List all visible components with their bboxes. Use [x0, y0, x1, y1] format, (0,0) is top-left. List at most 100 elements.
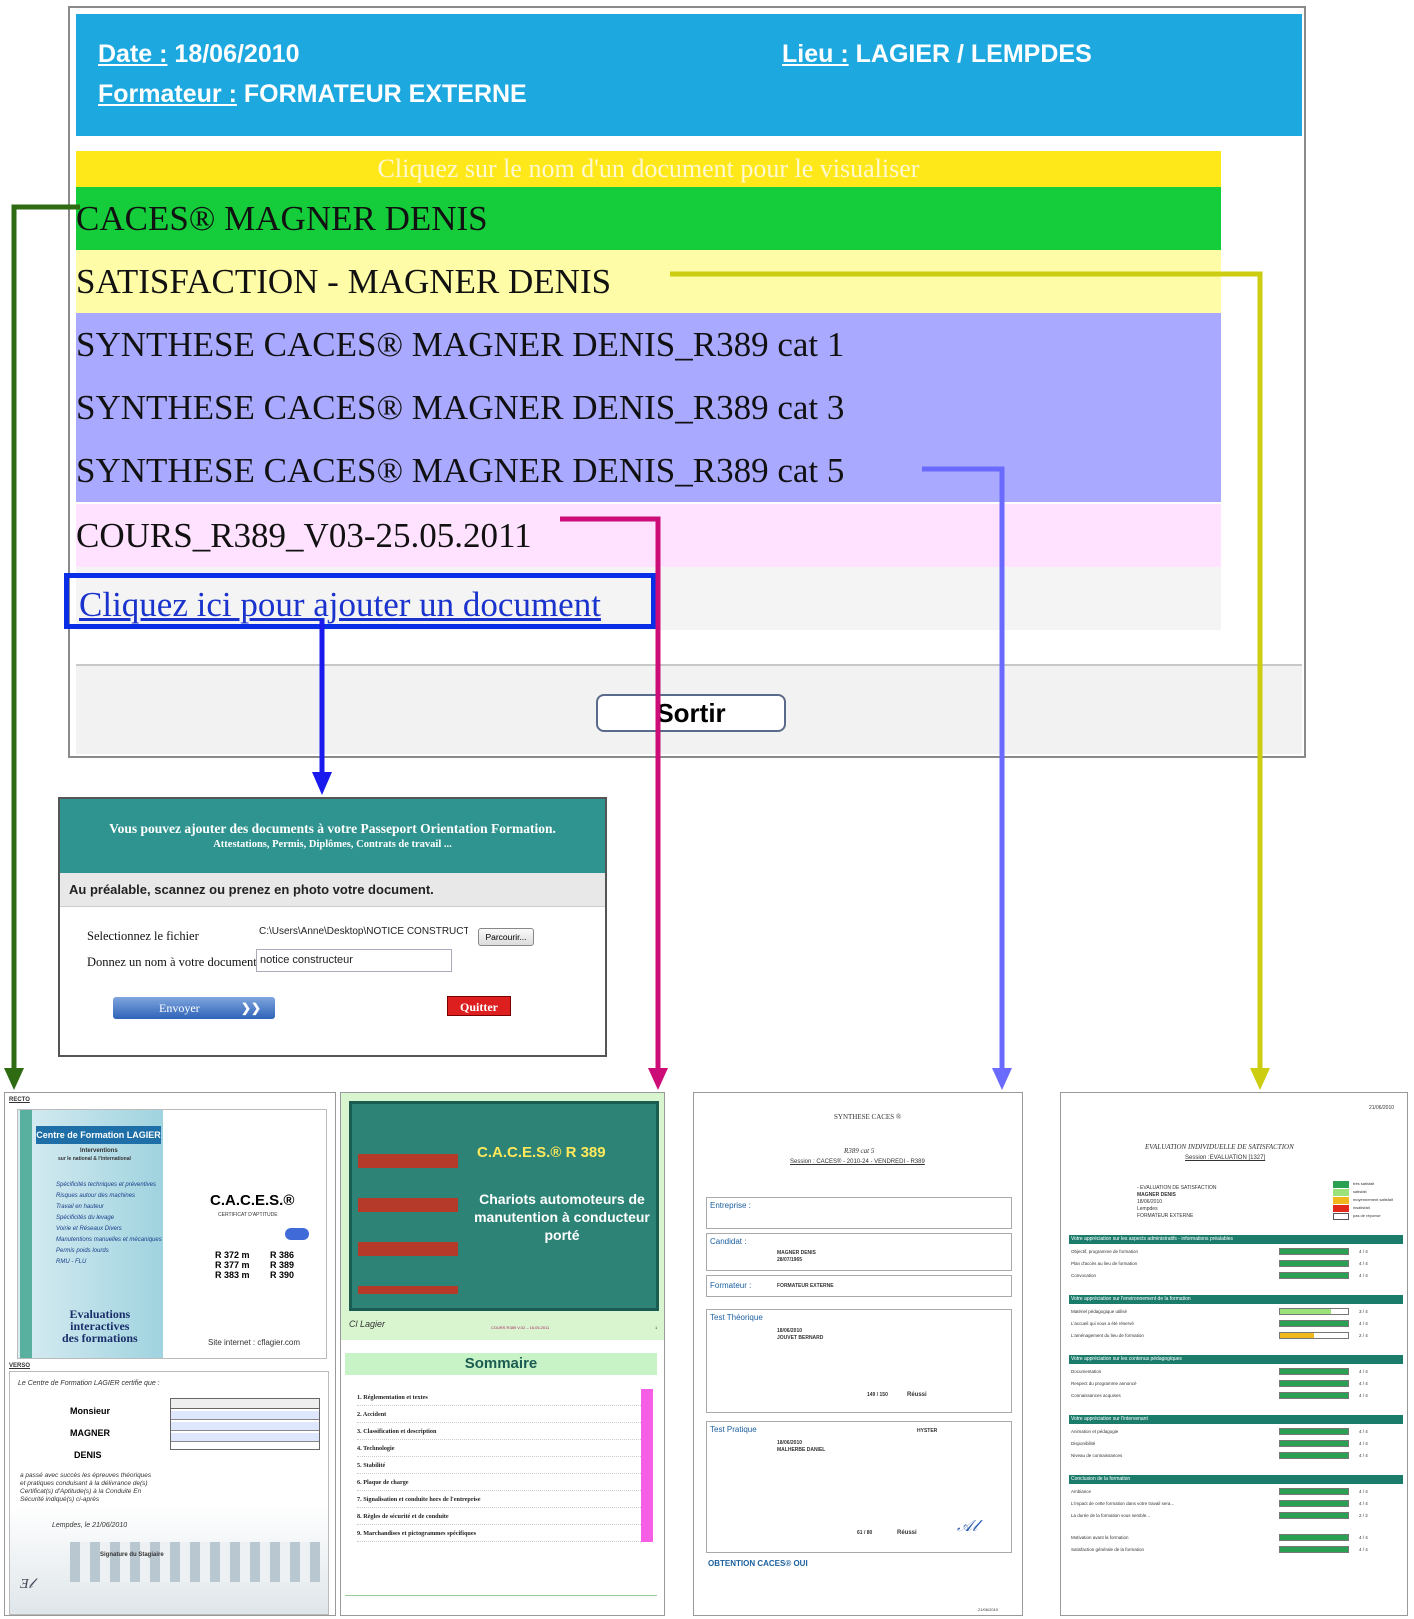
sommaire-item: 8. Règles de sécurité et de conduite — [357, 1508, 653, 1525]
satisfaction-section-title: Conclusion de la formation — [1069, 1475, 1403, 1484]
r-left-2: R 377 m — [215, 1260, 250, 1270]
satisfaction-row-label: Convocation — [1071, 1273, 1097, 1278]
test-theorique-box: Test Théorique 18/06/2010 JOUVET BERNARD… — [706, 1309, 1012, 1413]
satisfaction-row-label: Disponibilité — [1071, 1441, 1096, 1446]
satisfaction-row-label: Respect du programme annoncé — [1071, 1381, 1137, 1386]
centre-title: Centre de Formation LAGIER — [36, 1126, 161, 1144]
satisfaction-score-value: 2 / 4 — [1359, 1333, 1368, 1338]
document-name-input[interactable]: notice constructeur — [256, 949, 452, 972]
sommaire-item-label: 4. Technologie — [357, 1445, 395, 1452]
satisfaction-row-label: Documentation — [1071, 1369, 1102, 1374]
sommaire-item-label: 6. Plaque de charge — [357, 1479, 409, 1486]
satisfaction-row-label: L'impact de cette formation dans votre t… — [1071, 1501, 1175, 1506]
satisfaction-score-bar — [1279, 1308, 1349, 1315]
satisfaction-section-title: Votre appréciation sur les contenus péda… — [1069, 1355, 1403, 1364]
lempdes-date: Lempdes, le 21/06/2010 — [52, 1522, 128, 1529]
file-path-field[interactable]: C:\Users\Anne\Desktop\NOTICE CONSTRUCTEU… — [256, 924, 468, 942]
thumbnail-cours-document: C.A.C.E.S.® R 389 Chariots automoteurs d… — [340, 1092, 665, 1616]
theo-date: 18/06/2010 — [777, 1328, 803, 1334]
satisfaction-score-value: 4 / 4 — [1359, 1393, 1368, 1398]
satisfaction-row-label: L'accueil qui vous a été réservé — [1071, 1321, 1134, 1326]
testeur-signature: 𝒜𝓁 — [957, 1518, 978, 1535]
satisfaction-score-bar — [1279, 1488, 1349, 1495]
satisfaction-score-value: 4 / 4 — [1359, 1261, 1368, 1266]
satisfaction-score-value: 4 / 4 — [1359, 1429, 1368, 1434]
satisfaction-score-bar — [1279, 1428, 1349, 1435]
national-text: sur le national & l'international — [58, 1156, 131, 1162]
verso-label: VERSO — [9, 1363, 31, 1369]
candidat-name: MAGNER DENIS — [777, 1250, 816, 1256]
legend-item: insatisfait — [1353, 1205, 1370, 1210]
test-pratique-label: Test Pratique — [710, 1425, 757, 1434]
site-internet-text: Site internet : cflagier.com — [208, 1338, 301, 1347]
satisfaction-score-bar — [1279, 1368, 1349, 1375]
satisfaction-row-label: Satisfaction générale de la formation — [1071, 1547, 1145, 1552]
satisfaction-score-bar — [1279, 1452, 1349, 1459]
r-left-3: R 383 m — [215, 1270, 250, 1280]
sommaire-title: Sommaire — [345, 1353, 657, 1375]
satisfaction-score-fill — [1280, 1501, 1348, 1506]
prat-total: 61 / 80 — [857, 1530, 873, 1536]
r-left-1: R 372 m — [215, 1250, 250, 1260]
candidate-surname: MAGNER — [70, 1428, 110, 1438]
satisfaction-score-fill — [1280, 1393, 1348, 1398]
sommaire-item-label: 8. Règles de sécurité et de conduite — [357, 1513, 449, 1520]
cours-cover-page: C.A.C.E.S.® R 389 Chariots automoteurs d… — [341, 1093, 664, 1340]
recommendations-right: R 386 R 389 R 390 — [270, 1250, 294, 1280]
satisfaction-score-value: 4 / 4 — [1359, 1369, 1368, 1374]
sommaire-item-label: 2. Accident — [357, 1411, 387, 1418]
building-photo — [70, 1542, 320, 1582]
satisfaction-row-label: Matériel pédagogique utilisé — [1071, 1309, 1128, 1314]
arrow-satisfaction — [670, 271, 1270, 1090]
thumbnail-caces-certificate: RECTO Centre de Formation LAGIER Interve… — [4, 1092, 336, 1616]
envoyer-button[interactable]: Envoyer ❯❯ — [113, 997, 275, 1019]
browse-button[interactable]: Parcourir... — [478, 928, 534, 946]
satisfaction-session: Session :EVALUATION [1327] — [1185, 1155, 1266, 1161]
satisfaction-section-title: Votre appréciation sur l'environnement d… — [1069, 1295, 1403, 1304]
satisfaction-lieu: Lempdes — [1137, 1206, 1158, 1212]
satisfaction-score-fill — [1280, 1249, 1348, 1254]
cours-sommaire-page: Sommaire 1. Réglementation et textes 2. … — [341, 1345, 664, 1615]
satisfaction-score-value: 4 / 4 — [1359, 1441, 1368, 1446]
r-right-1: R 386 — [270, 1250, 295, 1260]
sommaire-item-label: 5. Stabilité — [357, 1462, 386, 1469]
satisfaction-score-fill — [1280, 1333, 1314, 1338]
satisfaction-score-bar — [1279, 1440, 1349, 1447]
satisfaction-score-value: 3 / 4 — [1359, 1309, 1368, 1314]
legend-item: satisfait — [1353, 1189, 1367, 1194]
sommaire-item: 5. Stabilité — [357, 1457, 653, 1474]
satisfaction-row-label: Plan d'accès au lieu de formation — [1071, 1261, 1138, 1266]
satisfaction-score-bar — [1279, 1272, 1349, 1279]
candidate-firstname: DENIS — [74, 1450, 102, 1460]
satisfaction-date: 21/06/2010 — [1369, 1105, 1395, 1111]
sommaire-item-label: 9. Marchandises et pictogrammes spécifiq… — [357, 1530, 476, 1537]
satisfaction-score-value: 4 / 4 — [1359, 1489, 1368, 1494]
satisfaction-row-label: Animation et pédagogie — [1071, 1429, 1119, 1434]
legend-item: très satisfait — [1353, 1181, 1375, 1186]
quitter-button[interactable]: Quitter — [447, 996, 511, 1016]
name-label: Donnez un nom à votre document — [87, 955, 257, 969]
satisfaction-score-value: 4 / 4 — [1359, 1273, 1368, 1278]
satisfaction-score-value: 4 / 4 — [1359, 1535, 1368, 1540]
candidat-box: Candidat : MAGNER DENIS 28/07/1965 — [706, 1233, 1012, 1271]
legend-item: moyennement satisfait — [1353, 1197, 1394, 1202]
satisfaction-questionnaire: - EVALUATION DE SATISFACTION — [1137, 1185, 1217, 1191]
arrow-upload — [312, 620, 332, 795]
satisfaction-legend: très satisfait satisfait moyennement sat… — [1333, 1181, 1403, 1225]
satisfaction-score-fill — [1280, 1489, 1348, 1494]
cours-page-number: 1 — [655, 1325, 658, 1330]
satisfaction-score-fill — [1280, 1429, 1348, 1434]
satisfaction-score-fill — [1280, 1381, 1348, 1386]
file-label: Selectionnez le fichier — [87, 929, 199, 943]
synthese-formateur-name: FORMATEUR EXTERNE — [777, 1283, 834, 1289]
prat-date: 18/06/2010 — [777, 1440, 803, 1446]
forklift-images — [358, 1124, 458, 1294]
satisfaction-section-title: Votre appréciation sur l'intervenant — [1069, 1415, 1403, 1424]
satisfaction-score-value: 2 / 2 — [1359, 1513, 1368, 1518]
satisfaction-score-value: 4 / 4 — [1359, 1249, 1368, 1254]
satisfaction-formateur: FORMATEUR EXTERNE — [1137, 1213, 1194, 1219]
recto-left-panel: Centre de Formation LAGIER Interventions… — [18, 1110, 163, 1358]
cours-cover-panel: C.A.C.E.S.® R 389 Chariots automoteurs d… — [349, 1101, 659, 1311]
satisfaction-row-label: La durée de la formation vous semble... — [1071, 1513, 1151, 1518]
satisfaction-section-title: Votre appréciation sur les aspects admin… — [1069, 1235, 1403, 1244]
